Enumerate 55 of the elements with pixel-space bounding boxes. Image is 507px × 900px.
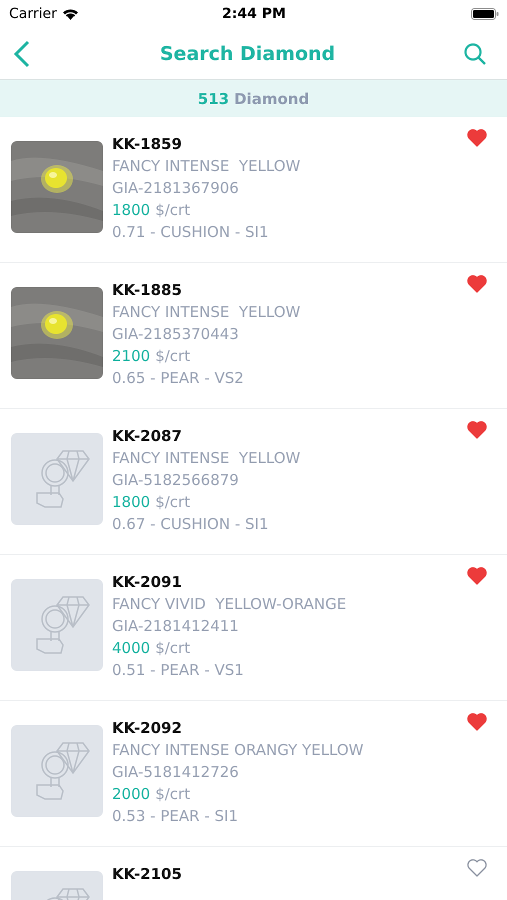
price-unit: $/crt	[155, 639, 190, 658]
back-button[interactable]	[12, 40, 32, 68]
diamond-list-item[interactable]: KK-2091 FANCY VIVID YELLOW-ORANGE GIA-2181412411 4000 $/crt 0.51 - PEAR - VS1	[0, 555, 507, 701]
diamond-list-item[interactable]: KK-2105	[0, 847, 507, 900]
certificate-number: GIA-2181412411	[112, 617, 239, 636]
heart-filled-icon[interactable]	[467, 421, 487, 439]
placeholder-image-icon	[11, 725, 103, 817]
certificate-number: GIA-5182566879	[112, 471, 239, 490]
battery-icon	[470, 8, 499, 20]
stock-code: KK-2087	[112, 427, 182, 446]
diamond-specs: 0.65 - PEAR - VS2	[112, 369, 244, 388]
price-value: 4000	[112, 639, 150, 658]
diamond-color: FANCY INTENSE YELLOW	[112, 157, 300, 176]
placeholder-image-icon	[11, 579, 103, 671]
diamond-color: FANCY INTENSE YELLOW	[112, 449, 300, 468]
heart-filled-icon[interactable]	[467, 567, 487, 585]
certificate-number: GIA-2181367906	[112, 179, 239, 198]
heart-filled-icon[interactable]	[467, 713, 487, 731]
heart-filled-icon[interactable]	[467, 129, 487, 147]
diamond-specs: 0.51 - PEAR - VS1	[112, 661, 244, 680]
price-unit: $/crt	[155, 201, 190, 220]
page-title: Search Diamond	[160, 42, 336, 64]
diamond-list-item[interactable]: KK-2087 FANCY INTENSE YELLOW GIA-5182566879 1800 $/crt 0.67 - CUSHION - SI1	[0, 409, 507, 555]
diamond-specs: 0.67 - CUSHION - SI1	[112, 515, 268, 534]
price-unit: $/crt	[155, 785, 190, 804]
heart-filled-icon[interactable]	[467, 275, 487, 293]
diamond-color: FANCY INTENSE ORANGY YELLOW	[112, 741, 364, 760]
diamond-specs: 0.53 - PEAR - SI1	[112, 807, 238, 826]
certificate-number: GIA-5181412726	[112, 763, 239, 782]
stock-code: KK-2092	[112, 719, 182, 738]
placeholder-image-icon	[11, 433, 103, 525]
stock-code: KK-1885	[112, 281, 182, 300]
diamond-list-item[interactable]: KK-2092 FANCY INTENSE ORANGY YELLOW GIA-5181412726 2000 $/crt 0.53 - PEAR - SI1	[0, 701, 507, 847]
stock-code: KK-1859	[112, 135, 182, 154]
price-value: 2000	[112, 785, 150, 804]
diamond-list-item[interactable]: KK-1885 FANCY INTENSE YELLOW GIA-2185370443 2100 $/crt 0.65 - PEAR - VS2	[0, 263, 507, 409]
price-value: 1800	[112, 201, 150, 220]
price-unit: $/crt	[155, 493, 190, 512]
diamond-color: FANCY INTENSE YELLOW	[112, 303, 300, 322]
price-unit: $/crt	[155, 347, 190, 366]
diamond-color: FANCY VIVID YELLOW-ORANGE	[112, 595, 346, 614]
stock-code: KK-2105	[112, 865, 182, 884]
price-value: 2100	[112, 347, 150, 366]
carrier-label: Carrier	[9, 6, 57, 22]
price-value: 1800	[112, 493, 150, 512]
search-button[interactable]	[463, 42, 487, 66]
result-count: 513	[198, 90, 230, 108]
heart-outline-icon[interactable]	[467, 859, 487, 877]
wifi-icon	[62, 8, 79, 20]
certificate-number: GIA-2185370443	[112, 325, 239, 344]
clock-time: 2:44 PM	[222, 6, 286, 22]
result-label: Diamond	[234, 90, 310, 108]
stock-code: KK-2091	[112, 573, 182, 592]
diamond-specs: 0.71 - CUSHION - SI1	[112, 223, 268, 242]
diamond-list-item[interactable]: KK-1859 FANCY INTENSE YELLOW GIA-2181367906 1800 $/crt 0.71 - CUSHION - SI1	[0, 117, 507, 263]
